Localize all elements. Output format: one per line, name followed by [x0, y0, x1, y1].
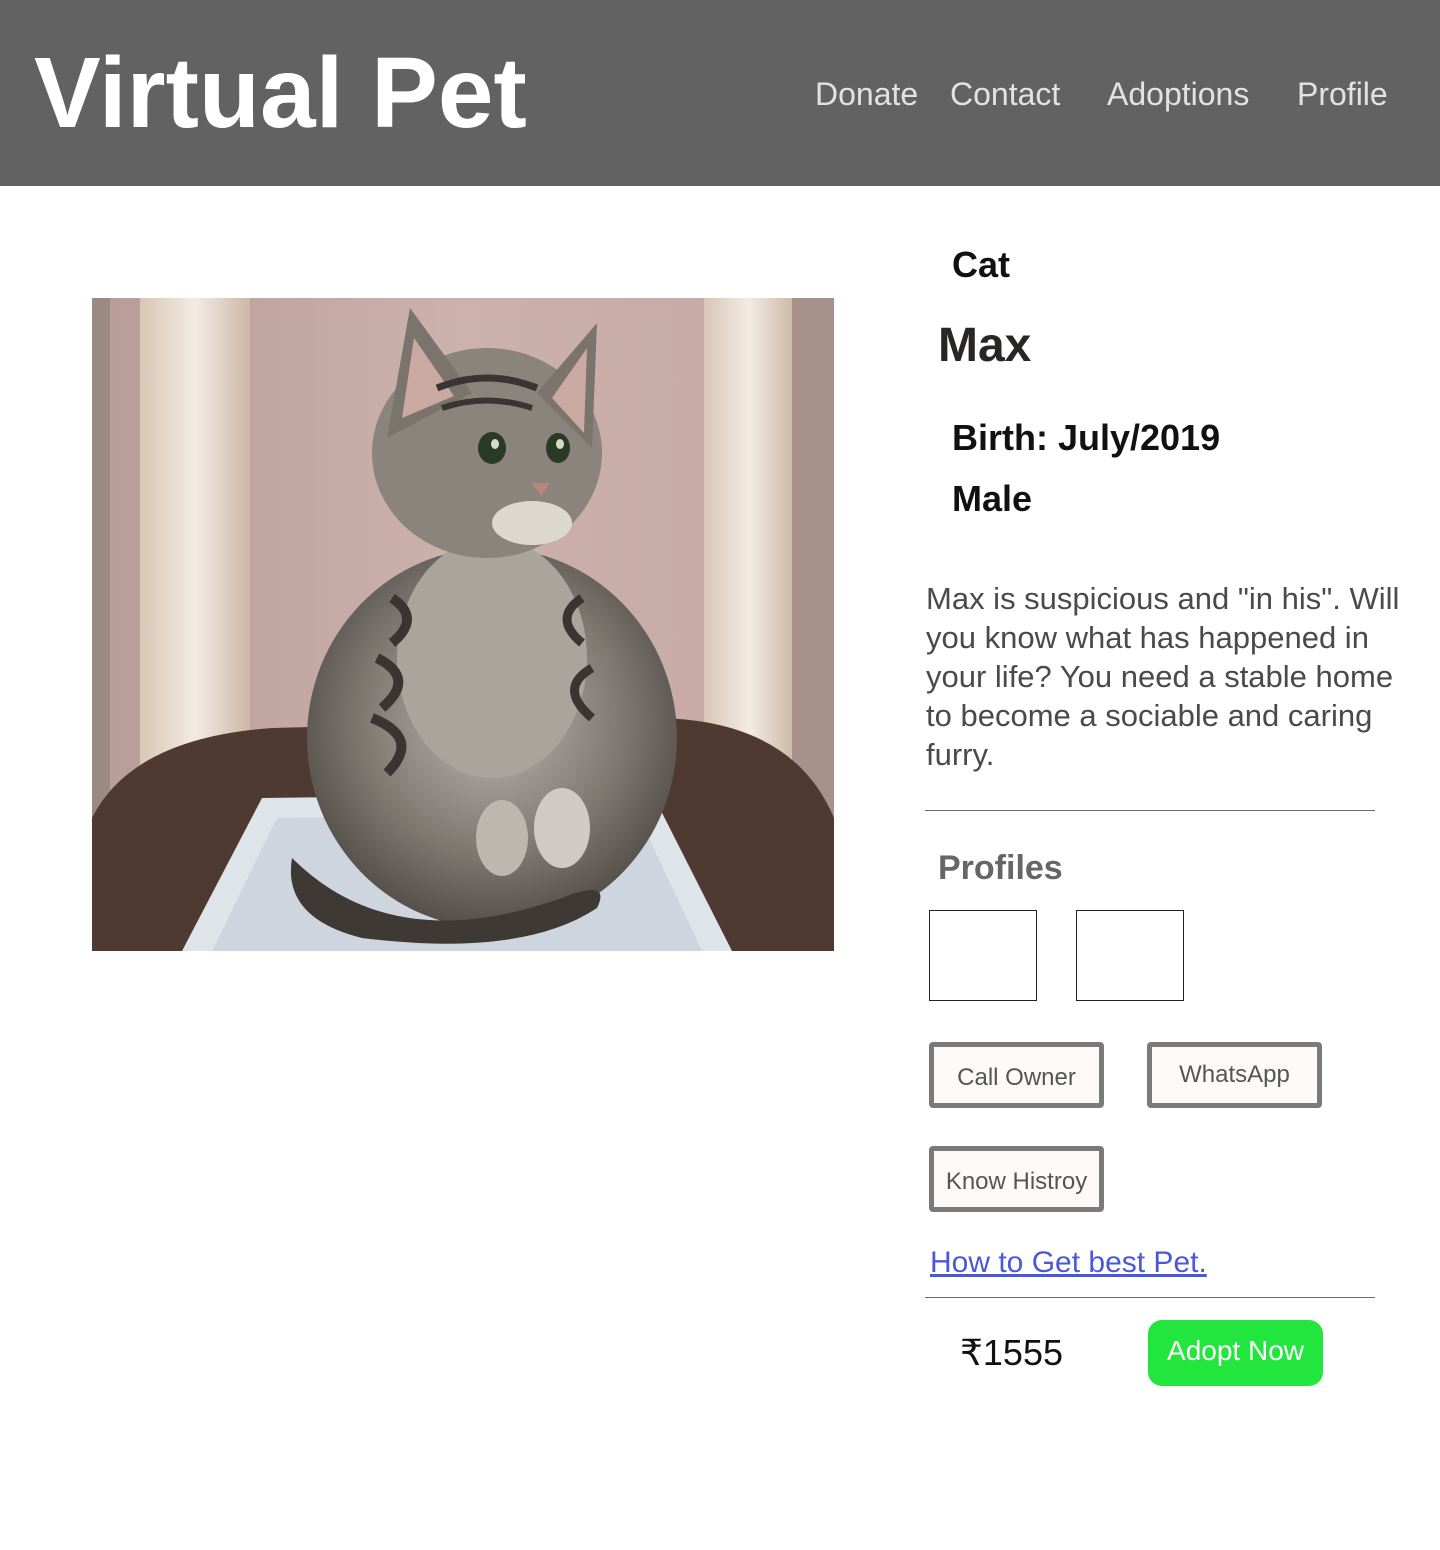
pet-birth-date: Birth: July/2019 [952, 417, 1221, 458]
call-owner-button[interactable]: Call Owner [929, 1042, 1104, 1108]
whatsapp-button[interactable]: WhatsApp [1147, 1042, 1322, 1108]
site-logo-text[interactable]: Virtual Pet [34, 38, 527, 148]
divider [925, 1297, 1375, 1298]
nav-contact[interactable]: Contact [950, 74, 1060, 114]
kitten-image [92, 298, 834, 951]
nav-adoptions[interactable]: Adoptions [1107, 74, 1249, 114]
profile-thumbnail-1[interactable] [929, 910, 1037, 1001]
site-header: Virtual Pet Donate Contact Adoptions Pro… [0, 0, 1440, 186]
price-label: ₹1555 [960, 1332, 1063, 1373]
guide-link[interactable]: How to Get best Pet. [930, 1245, 1207, 1281]
pet-photo [92, 298, 834, 951]
profile-thumbnail-2[interactable] [1076, 910, 1184, 1001]
know-history-button[interactable]: Know Histroy [929, 1146, 1104, 1212]
pet-description: Max is suspicious and "in his". Will you… [926, 581, 1400, 772]
nav-donate[interactable]: Donate [815, 74, 918, 114]
divider [925, 810, 1375, 811]
pet-name: Max [938, 319, 1032, 372]
pet-gender: Male [952, 478, 1033, 519]
nav-profile[interactable]: Profile [1297, 74, 1388, 114]
profiles-heading: Profiles [938, 849, 1063, 887]
adopt-now-button[interactable]: Adopt Now [1148, 1320, 1323, 1386]
pet-species: Cat [952, 244, 1011, 285]
